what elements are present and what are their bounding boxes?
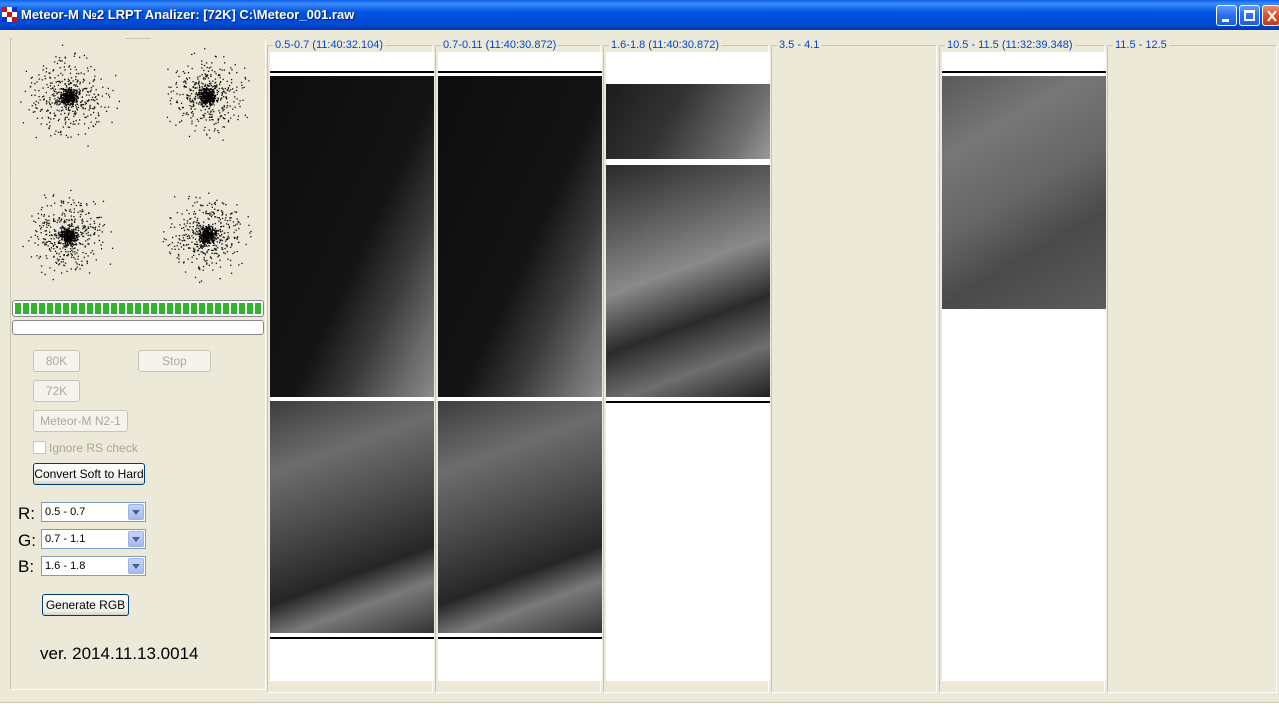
minimize-icon: [1222, 19, 1229, 22]
decode-progress-bar: [12, 320, 264, 335]
channel-panel-3: 1.6-1.8 (11:40:30.872): [603, 39, 770, 693]
maximize-button[interactable]: [1239, 5, 1260, 26]
channel-image-5[interactable]: [942, 52, 1106, 681]
channel-frame: [1107, 45, 1277, 693]
signal-progress-bar: [12, 300, 264, 317]
image-strip: [270, 76, 434, 397]
channel-panel-2: 0.7-0.11 (11:40:30.872): [435, 39, 602, 693]
channel-label: 10.5 - 11.5 (11:32:39.348): [945, 39, 1075, 51]
client-area: 80K Stop 72K Meteor-M N2-1 Ignore RS che…: [0, 30, 1279, 707]
channel-label: 0.7-0.11 (11:40:30.872): [441, 39, 559, 51]
channel-panel-5: 10.5 - 11.5 (11:32:39.348): [939, 39, 1106, 693]
r-channel-value: 0.5 - 0.7: [45, 506, 86, 518]
title-bar[interactable]: Meteor-M №2 LRPT Analizer: [72K] C:\Mete…: [0, 0, 1279, 30]
r-channel-label: R:: [18, 504, 35, 523]
channel-label: 1.6-1.8 (11:40:30.872): [609, 39, 722, 51]
dropdown-arrow-icon[interactable]: [128, 504, 144, 520]
dropdown-arrow-icon[interactable]: [128, 531, 144, 547]
version-label: ver. 2014.11.13.0014: [40, 644, 199, 663]
channel-panel-4: 3.5 - 4.1: [771, 39, 937, 693]
maximize-icon: [1244, 10, 1255, 21]
channel-label: 3.5 - 4.1: [777, 39, 822, 51]
g-channel-value: 0.7 - 1.1: [45, 533, 86, 545]
b-channel-label: B:: [18, 557, 35, 576]
generate-rgb-button[interactable]: Generate RGB: [42, 594, 129, 616]
channel-panel-1: 0.5-0.7 (11:40:32.104): [267, 39, 434, 693]
image-strip: [270, 401, 434, 633]
image-strip: [438, 401, 602, 633]
image-strip: [438, 76, 602, 397]
channel-label: 0.5-0.7 (11:40:32.104): [273, 39, 386, 51]
ignore-rs-checkbox[interactable]: [33, 441, 46, 454]
status-strip: [0, 702, 1279, 707]
image-strip: [942, 76, 1106, 309]
convert-soft-to-hard-button[interactable]: Convert Soft to Hard: [33, 463, 145, 485]
channel-image-1[interactable]: [270, 52, 434, 681]
window-title: Meteor-M №2 LRPT Analizer: [72K] C:\Mete…: [21, 7, 355, 22]
close-icon: [1267, 10, 1277, 22]
b-channel-value: 1.6 - 1.8: [45, 560, 86, 572]
constellation-plot-2: [151, 38, 264, 154]
dropdown-arrow-icon[interactable]: [128, 558, 144, 574]
app-icon[interactable]: [2, 7, 17, 22]
image-strip: [606, 165, 770, 397]
channel-frame: [771, 45, 937, 693]
image-strip: [606, 84, 770, 159]
meteor-m-n2-1-button[interactable]: Meteor-M N2-1: [33, 410, 128, 432]
close-button[interactable]: [1262, 5, 1279, 26]
constellation-plot-3: [12, 177, 125, 293]
channel-panel-6: 11.5 - 12.5: [1107, 39, 1277, 693]
mode-72k-button[interactable]: 72K: [33, 380, 80, 402]
channel-image-3[interactable]: [606, 52, 770, 681]
signal-progress-fill: [15, 303, 261, 314]
ignore-rs-label: Ignore RS check: [49, 441, 138, 455]
mode-80k-button[interactable]: 80K: [33, 350, 80, 372]
minimize-button[interactable]: [1216, 5, 1237, 26]
r-channel-select[interactable]: 0.5 - 0.7: [41, 502, 146, 522]
g-channel-label: G:: [18, 531, 36, 550]
stop-button[interactable]: Stop: [138, 350, 211, 372]
app-window: Meteor-M №2 LRPT Analizer: [72K] C:\Mete…: [0, 0, 1279, 707]
constellation-plot-4: [151, 177, 264, 293]
constellation-plot-1: [12, 38, 125, 154]
g-channel-select[interactable]: 0.7 - 1.1: [41, 529, 146, 549]
channel-image-2[interactable]: [438, 52, 602, 681]
b-channel-select[interactable]: 1.6 - 1.8: [41, 556, 146, 576]
channel-label: 11.5 - 12.5: [1113, 39, 1169, 51]
